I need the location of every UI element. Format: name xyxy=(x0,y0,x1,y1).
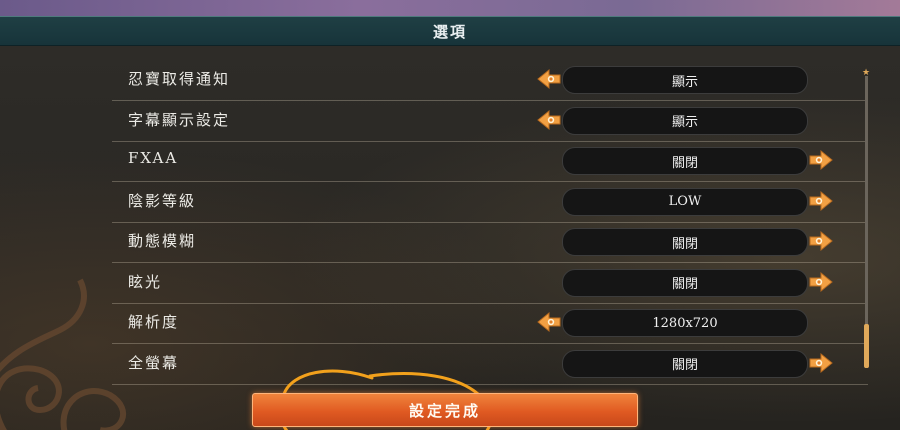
setting-row: 忍寶取得通知 顯示 xyxy=(112,60,868,101)
setting-label: FXAA xyxy=(128,149,179,167)
next-option-arrow-icon[interactable] xyxy=(808,230,834,252)
setting-value[interactable]: 顯示 xyxy=(562,106,808,135)
setting-row: 動態模糊 關閉 xyxy=(112,222,868,263)
setting-row: FXAA 關閉 xyxy=(112,141,868,182)
setting-row: 陰影等級 LOW xyxy=(112,182,868,223)
setting-value[interactable]: LOW xyxy=(562,187,808,216)
setting-label: 全螢幕 xyxy=(128,353,180,372)
options-screen: 選項 忍寶取得通知 顯示 字幕顯示設定 顯示 FXAA 關閉 陰影等級 LOW … xyxy=(0,0,900,430)
setting-value[interactable]: 關閉 xyxy=(562,147,808,175)
previous-option-arrow-icon[interactable] xyxy=(536,68,562,90)
scrollbar[interactable]: ★ xyxy=(862,68,870,368)
setting-value[interactable]: 關閉 xyxy=(562,349,808,378)
next-option-arrow-icon[interactable] xyxy=(808,149,834,171)
setting-label: 忍寶取得通知 xyxy=(128,70,231,88)
setting-row: 眩光 關閉 xyxy=(112,263,868,304)
setting-label: 解析度 xyxy=(128,313,180,331)
next-option-arrow-icon[interactable] xyxy=(808,352,834,374)
setting-row: 解析度 1280x720 xyxy=(112,303,868,344)
page-title: 選項 xyxy=(0,16,900,46)
scrollbar-thumb[interactable] xyxy=(864,324,869,368)
setting-row: 全螢幕 關閉 xyxy=(112,344,868,385)
previous-option-arrow-icon[interactable] xyxy=(536,109,562,131)
setting-value[interactable]: 關閉 xyxy=(562,268,808,297)
next-option-arrow-icon[interactable] xyxy=(808,271,834,293)
background-sky xyxy=(0,0,900,16)
setting-label: 動態模糊 xyxy=(128,232,197,250)
setting-value[interactable]: 關閉 xyxy=(562,228,808,256)
setting-value[interactable]: 1280x720 xyxy=(562,309,808,337)
scrollbar-star-icon: ★ xyxy=(861,68,871,78)
setting-value[interactable]: 顯示 xyxy=(562,66,808,94)
settings-done-button[interactable]: 設定完成 xyxy=(252,393,638,427)
setting-row: 字幕顯示設定 顯示 xyxy=(112,101,868,142)
setting-label: 字幕顯示設定 xyxy=(128,110,231,129)
previous-option-arrow-icon[interactable] xyxy=(536,311,562,333)
setting-label: 眩光 xyxy=(128,272,163,291)
setting-label: 陰影等級 xyxy=(128,191,197,210)
next-option-arrow-icon[interactable] xyxy=(808,190,834,212)
